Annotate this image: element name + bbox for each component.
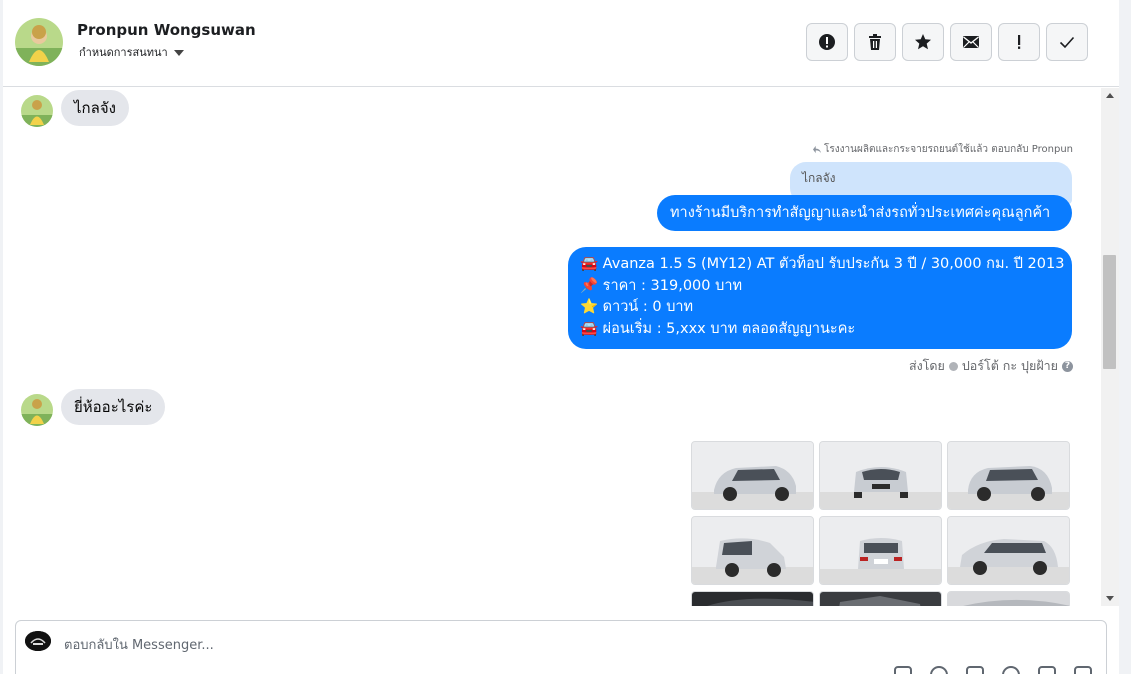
delete-button[interactable] xyxy=(854,23,896,61)
listing-message: 🚘 Avanza 1.5 S (MY12) AT ตัวท็อป รับประก… xyxy=(568,247,1072,349)
reply-composer: ตอบกลับใน Messenger... xyxy=(15,620,1107,674)
composer-tools xyxy=(894,666,1092,674)
listing-line-price: 📌 ราคา : 319,000 บาท xyxy=(580,277,743,294)
attach-file-icon[interactable] xyxy=(894,666,912,674)
message-thread[interactable]: ไกลจัง โรงงานผลิตและกระจายรถยนต์ใช้แล้ว … xyxy=(3,88,1119,606)
spam-button[interactable] xyxy=(806,23,848,61)
contact-avatar-small xyxy=(21,394,53,426)
help-icon[interactable]: ? xyxy=(1062,360,1073,372)
contact-avatar-small xyxy=(21,95,53,127)
conversation-toolbar xyxy=(806,23,1088,61)
replied-to-note: โรงงานผลิตและกระจายรถยนต์ใช้แล้ว ตอบกลับ… xyxy=(813,142,1073,157)
reply-input[interactable]: ตอบกลับใน Messenger... xyxy=(64,634,214,655)
mark-unread-button[interactable] xyxy=(950,23,992,61)
car-photo[interactable] xyxy=(819,591,942,606)
car-photo[interactable] xyxy=(947,441,1070,510)
emoji-icon[interactable] xyxy=(1002,666,1020,674)
assign-conversation-dropdown[interactable]: กำหนดการสนทนา xyxy=(79,43,184,61)
contact-name[interactable]: Pronpun Wongsuwan xyxy=(77,21,256,39)
sent-by-info: ส่งโดย ปอร์โต้ กะ ปุยฝ้าย ? xyxy=(909,356,1073,376)
incoming-message: ไกลจัง xyxy=(61,90,129,126)
car-photo[interactable] xyxy=(819,516,942,585)
follow-up-button[interactable] xyxy=(998,23,1040,61)
listing-line-installment: 🚘 ผ่อนเริ่ม : 5,xxx บาท ตลอดสัญญานะคะ xyxy=(580,320,856,337)
gif-icon[interactable] xyxy=(1038,666,1056,674)
listing-line-model: 🚘 Avanza 1.5 S (MY12) AT ตัวท็อป รับประก… xyxy=(580,256,1065,272)
conversation-header: Pronpun Wongsuwan กำหนดการสนทนา xyxy=(3,0,1119,87)
car-photo[interactable] xyxy=(691,441,814,510)
right-edge xyxy=(1119,0,1131,674)
assign-conversation-label: กำหนดการสนทนา xyxy=(79,46,168,59)
image-icon[interactable] xyxy=(966,666,984,674)
thread-scrollbar[interactable] xyxy=(1101,88,1119,606)
star-button[interactable] xyxy=(902,23,944,61)
like-icon[interactable] xyxy=(1074,666,1092,674)
car-photo[interactable] xyxy=(691,591,814,606)
listing-line-down: ⭐ ดาวน์ : 0 บาท xyxy=(580,299,694,315)
car-photo[interactable] xyxy=(819,441,942,510)
reply-arrow-icon xyxy=(813,145,822,154)
scroll-down-arrow-icon[interactable] xyxy=(1106,596,1114,601)
star-icon xyxy=(915,34,931,50)
car-photo[interactable] xyxy=(691,516,814,585)
sent-by-label: ส่งโดย xyxy=(908,358,945,373)
scroll-up-arrow-icon[interactable] xyxy=(1106,93,1114,98)
incoming-message: ยี่ห้ออะไรค่ะ xyxy=(61,389,166,425)
car-photo[interactable] xyxy=(947,516,1070,585)
mark-done-button[interactable] xyxy=(1046,23,1088,61)
outgoing-message: ทางร้านมีบริการทำสัญญาและนำส่งรถทั่วประเ… xyxy=(657,195,1072,231)
replied-to-text: โรงงานผลิตและกระจายรถยนต์ใช้แล้ว ตอบกลับ… xyxy=(824,144,1073,155)
trash-icon xyxy=(869,34,881,50)
caret-down-icon xyxy=(173,49,184,56)
alert-circle-icon xyxy=(819,34,835,50)
sender-status-icon xyxy=(948,361,958,371)
scrollbar-thumb[interactable] xyxy=(1103,255,1116,369)
exclamation-icon xyxy=(1018,35,1021,49)
envelope-icon xyxy=(963,36,979,48)
sent-by-name: ปอร์โต้ กะ ปุยฝ้าย xyxy=(961,358,1058,373)
car-photo[interactable] xyxy=(947,591,1070,606)
location-icon[interactable] xyxy=(930,666,948,674)
check-icon xyxy=(1059,36,1075,49)
contact-avatar[interactable] xyxy=(15,18,63,66)
page-avatar xyxy=(25,631,51,651)
photo-grid xyxy=(691,441,1070,606)
